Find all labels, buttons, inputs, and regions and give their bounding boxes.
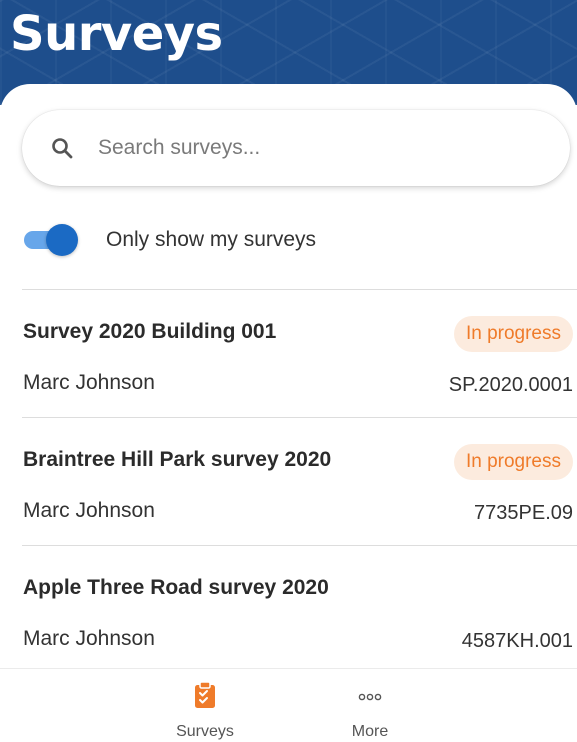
surveys-screen: Surveys Only show my surveys Survey 2020… (0, 0, 577, 742)
nav-surveys[interactable]: Surveys (145, 669, 265, 742)
survey-code: SP.2020.0001 (448, 374, 573, 396)
survey-code: 7735PE.09 (474, 502, 573, 524)
survey-title: Survey 2020 Building 001 (23, 320, 277, 343)
survey-owner: Marc Johnson (23, 371, 155, 394)
my-surveys-filter: Only show my surveys (22, 220, 316, 260)
more-dots-icon (358, 693, 382, 701)
survey-list-item[interactable]: Survey 2020 Building 001 In progress Mar… (0, 290, 577, 416)
survey-list-item[interactable]: Apple Three Road survey 2020 Marc Johnso… (0, 546, 577, 672)
survey-code: 4587KH.001 (461, 630, 573, 652)
search-input[interactable] (98, 128, 538, 168)
survey-owner: Marc Johnson (23, 499, 155, 522)
nav-more-label: More (351, 723, 389, 740)
my-surveys-toggle[interactable] (22, 222, 78, 258)
my-surveys-label: Only show my surveys (106, 228, 317, 251)
status-badge: In progress (453, 444, 573, 480)
search-bar[interactable] (22, 110, 570, 186)
survey-title: Braintree Hill Park survey 2020 (23, 448, 332, 471)
toggle-knob (46, 224, 78, 256)
search-icon (52, 138, 73, 159)
status-badge: In progress (453, 316, 573, 352)
clipboard-check-icon (195, 681, 215, 708)
bottom-navigation: Surveys More (0, 668, 577, 742)
survey-title: Apple Three Road survey 2020 (23, 576, 329, 599)
page-title: Surveys (10, 6, 223, 62)
survey-owner: Marc Johnson (23, 627, 155, 650)
survey-list-item[interactable]: Braintree Hill Park survey 2020 In progr… (0, 418, 577, 544)
nav-more[interactable]: More (310, 669, 430, 742)
nav-surveys-label: Surveys (176, 723, 234, 740)
